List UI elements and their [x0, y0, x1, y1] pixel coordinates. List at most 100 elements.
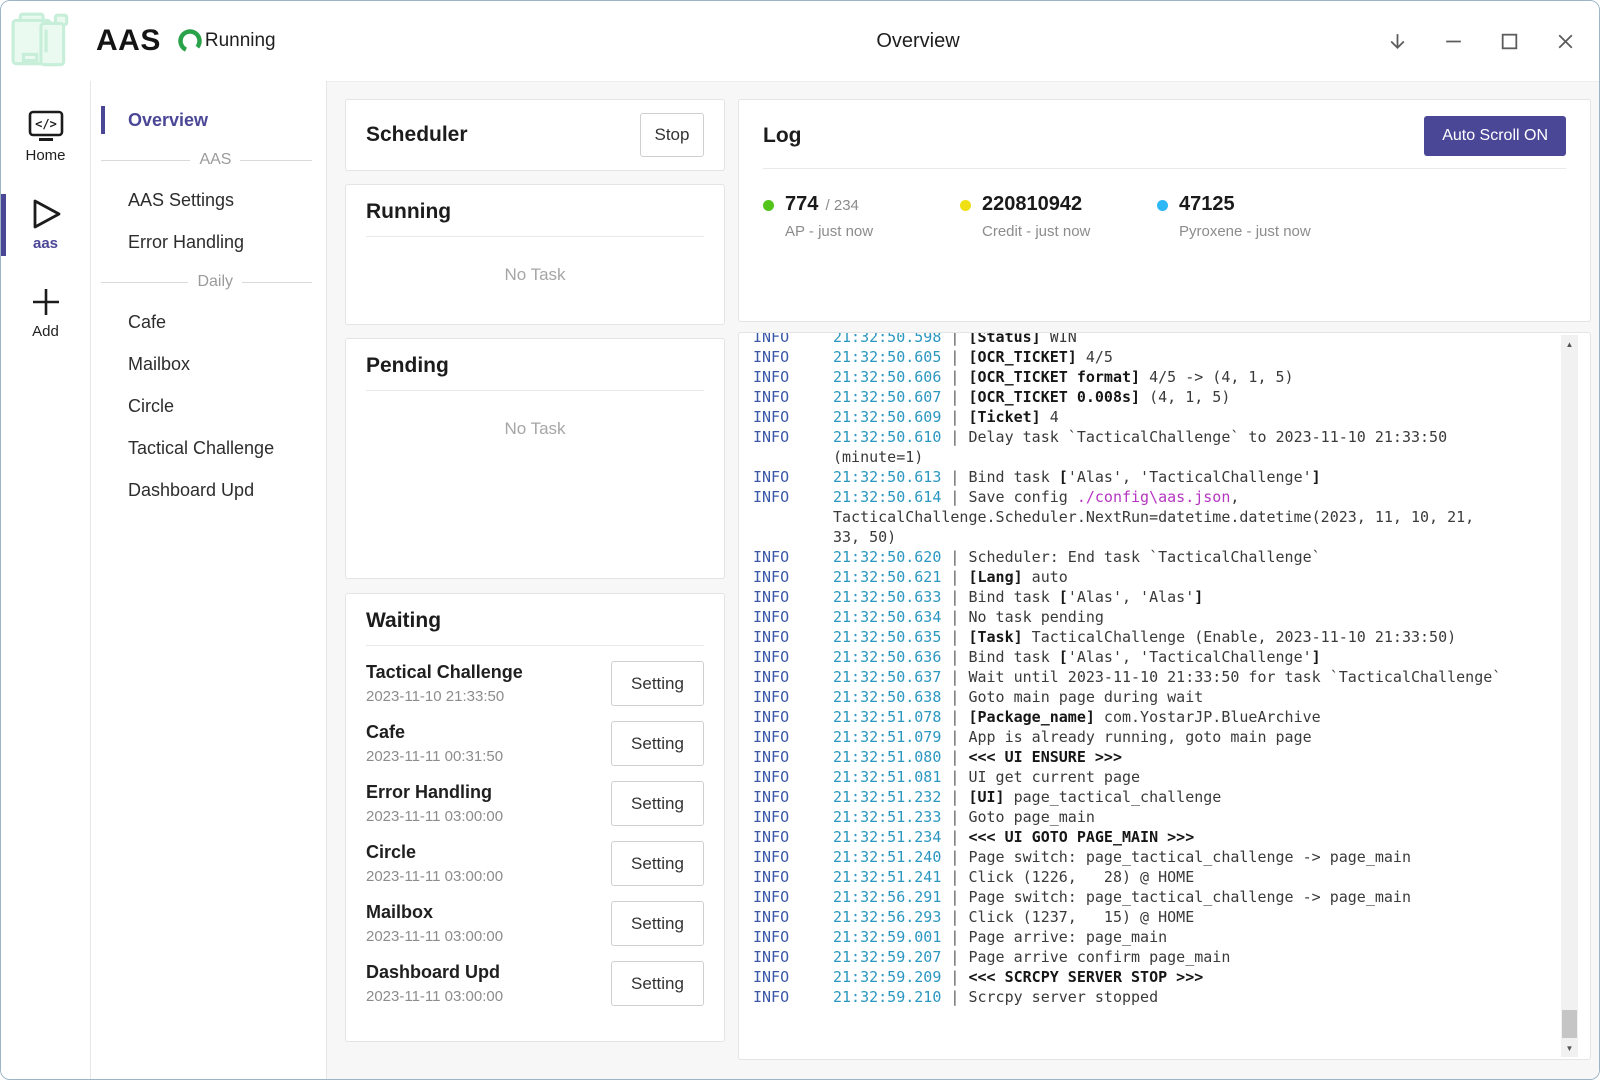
scroll-down-arrow-icon[interactable]: ▼: [1561, 1040, 1578, 1056]
waiting-task-info: Error Handling2023-11-11 03:00:00: [366, 782, 503, 825]
log-separator: |: [941, 488, 968, 506]
scheduler-title: Scheduler: [366, 123, 468, 147]
log-segment: 'Alas', 'Alas': [1068, 588, 1194, 606]
sidebar-item-mailbox[interactable]: Mailbox: [91, 343, 326, 385]
log-segment: Page arrive: page_main: [968, 928, 1167, 946]
log-message: 21:32:51.240 | Page switch: page_tactica…: [833, 847, 1505, 867]
rail-item-aas[interactable]: aas: [1, 192, 90, 258]
log-timestamp: 21:32:51.240: [833, 848, 941, 866]
log-separator: |: [941, 988, 968, 1006]
log-timestamp: 21:32:51.078: [833, 708, 941, 726]
log-segment: 'Alas', 'TacticalChallenge': [1068, 648, 1312, 666]
download-button[interactable]: [1369, 1, 1425, 81]
log-separator: |: [941, 588, 968, 606]
running-title: Running: [366, 200, 704, 224]
sidebar-item-overview[interactable]: Overview: [91, 99, 326, 141]
scrollbar-thumb[interactable]: [1562, 1010, 1577, 1038]
log-segment: auto: [1023, 568, 1068, 586]
log-level: INFO: [753, 607, 833, 627]
log-level: INFO: [753, 487, 833, 547]
log-level: INFO: [753, 907, 833, 927]
task-setting-button[interactable]: Setting: [611, 961, 704, 1006]
sidebar-item-error-handling[interactable]: Error Handling: [91, 221, 326, 263]
log-separator: |: [941, 768, 968, 786]
log-separator: |: [941, 628, 968, 646]
log-segment: Goto page_main: [968, 808, 1094, 826]
waiting-task-row: Cafe2023-11-11 00:31:50 Setting: [366, 721, 704, 766]
window-controls: [1369, 1, 1599, 81]
log-timestamp: 21:32:50.605: [833, 348, 941, 366]
scroll-up-arrow-icon[interactable]: ▲: [1561, 336, 1578, 352]
log-entry: INFO21:32:50.614 | Save config ./config\…: [753, 487, 1505, 547]
task-setting-button[interactable]: Setting: [611, 781, 704, 826]
sidebar-item-aas-settings[interactable]: AAS Settings: [91, 179, 326, 221]
log-timestamp: 21:32:51.232: [833, 788, 941, 806]
log-message: 21:32:51.233 | Goto page_main: [833, 807, 1505, 827]
sidebar-item-tactical-challenge[interactable]: Tactical Challenge: [91, 427, 326, 469]
log-entry: INFO21:32:51.241 | Click (1226, 28) @ HO…: [753, 867, 1505, 887]
waiting-task-info: Dashboard Upd2023-11-11 03:00:00: [366, 962, 503, 1005]
log-message: 21:32:51.232 | [UI] page_tactical_challe…: [833, 787, 1505, 807]
log-segment: TacticalChallenge (Enable, 2023-11-10 21…: [1023, 628, 1456, 646]
divider-line: [242, 282, 312, 283]
log-separator: |: [941, 788, 968, 806]
log-timestamp: 21:32:50.634: [833, 608, 941, 626]
task-sidebar: OverviewAASAAS SettingsError HandlingDai…: [91, 81, 327, 1080]
log-console: INFO21:32:50.598 | [Status] WININFO21:32…: [738, 332, 1591, 1060]
resource-stat: 47125Pyroxene - just now: [1157, 193, 1354, 240]
log-entry: INFO21:32:59.001 | Page arrive: page_mai…: [753, 927, 1505, 947]
log-level: INFO: [753, 827, 833, 847]
log-entry: INFO21:32:50.621 | [Lang] auto: [753, 567, 1505, 587]
log-separator: |: [941, 908, 968, 926]
stat-value: 220810942: [982, 193, 1082, 215]
log-message: 21:32:50.638 | Goto main page during wai…: [833, 687, 1505, 707]
stop-button[interactable]: Stop: [640, 113, 704, 157]
waiting-card: Waiting Tactical Challenge2023-11-10 21:…: [345, 593, 725, 1042]
log-message: 21:32:59.207 | Page arrive confirm page_…: [833, 947, 1505, 967]
log-scrollbar[interactable]: ▲ ▼: [1561, 335, 1578, 1057]
log-message: 21:32:50.614 | Save config ./config\aas.…: [833, 487, 1505, 547]
log-segment: Page switch: page_tactical_challenge -> …: [968, 888, 1411, 906]
sidebar-item-cafe[interactable]: Cafe: [91, 301, 326, 343]
sidebar-item-dashboard-upd[interactable]: Dashboard Upd: [91, 469, 326, 511]
rail-item-home[interactable]: </> Home: [1, 104, 90, 170]
log-separator: |: [941, 708, 968, 726]
stat-value: 47125: [1179, 193, 1235, 215]
waiting-task-info: Cafe2023-11-11 00:31:50: [366, 722, 503, 765]
sidebar-item-circle[interactable]: Circle: [91, 385, 326, 427]
scheduler-card: Scheduler Stop: [345, 99, 725, 171]
close-button[interactable]: [1537, 1, 1593, 81]
waiting-task-row: Circle2023-11-11 03:00:00Setting: [366, 841, 704, 886]
waiting-task-name: Cafe: [366, 722, 503, 743]
maximize-button[interactable]: [1481, 1, 1537, 81]
minimize-button[interactable]: [1425, 1, 1481, 81]
stat-dot-icon: [1157, 200, 1168, 211]
rail-item-add[interactable]: Add: [1, 280, 90, 346]
task-setting-button[interactable]: Setting: [611, 841, 704, 886]
waiting-task-row: Error Handling2023-11-11 03:00:00 Setting: [366, 781, 704, 826]
auto-scroll-toggle[interactable]: Auto Scroll ON: [1424, 116, 1566, 156]
log-entry: INFO21:32:50.635 | [Task] TacticalChalle…: [753, 627, 1505, 647]
waiting-task-row: Tactical Challenge2023-11-10 21:33:50Set…: [366, 661, 704, 706]
task-setting-button[interactable]: Setting: [611, 901, 704, 946]
log-level: INFO: [753, 747, 833, 767]
dashboard-stats: 774 / 234AP - just now220810942Credit - …: [763, 193, 1566, 240]
stat-dot-icon: [960, 200, 971, 211]
log-segment: WIN: [1041, 332, 1077, 346]
log-column: Log Auto Scroll ON 774 / 234AP - just no…: [738, 99, 1591, 1060]
log-message: 21:32:50.635 | [Task] TacticalChallenge …: [833, 627, 1505, 647]
waiting-task-next-run: 2023-11-11 03:00:00: [366, 988, 503, 1005]
minimize-icon: [1443, 31, 1464, 52]
log-segment: com.YostarJP.BlueArchive: [1095, 708, 1321, 726]
task-setting-button[interactable]: Setting: [611, 661, 704, 706]
task-setting-button[interactable]: Setting: [611, 721, 704, 766]
stat-total: / 234: [821, 197, 859, 214]
log-entry: INFO21:32:51.078 | [Package_name] com.Yo…: [753, 707, 1505, 727]
log-timestamp: 21:32:51.079: [833, 728, 941, 746]
log-entry: INFO21:32:50.605 | [OCR_TICKET] 4/5: [753, 347, 1505, 367]
log-separator: |: [941, 828, 968, 846]
log-level: INFO: [753, 627, 833, 647]
log-separator: |: [941, 668, 968, 686]
running-card: Running No Task: [345, 184, 725, 325]
log-timestamp: 21:32:50.621: [833, 568, 941, 586]
